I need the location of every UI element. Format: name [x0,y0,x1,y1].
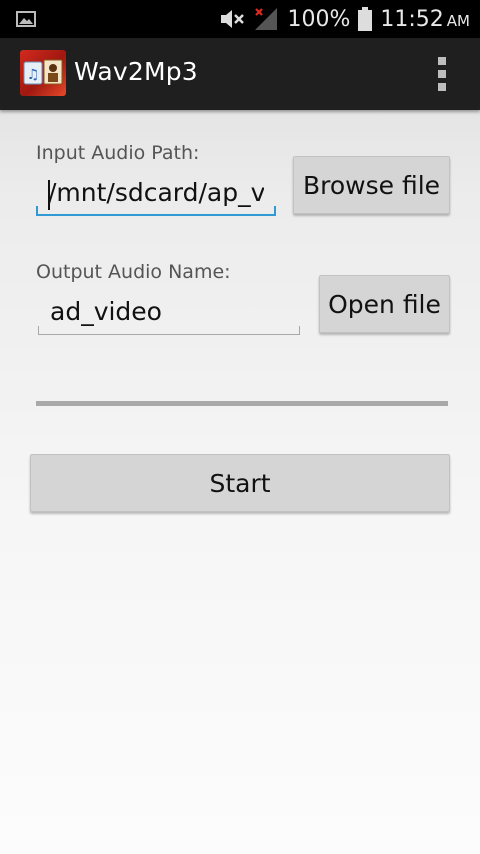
input-audio-path-label: Input Audio Path: [36,142,200,164]
open-file-button[interactable]: Open file [319,275,450,333]
svg-text:♫: ♫ [27,67,40,83]
clock: 11:52 AM [380,7,470,32]
action-bar: ♫ Wav2Mp3 [0,38,480,110]
battery-percent: 100% [287,6,351,32]
mute-icon [221,10,245,28]
field-underline [36,206,276,216]
app-title: Wav2Mp3 [74,57,198,86]
field-underline [38,326,300,335]
image-notification-icon [16,11,36,27]
overflow-menu-icon[interactable] [424,56,460,92]
output-audio-name-value: ad_video [50,297,162,326]
battery-icon [358,7,373,31]
clock-time: 11:52 [380,6,444,32]
output-audio-name-field[interactable]: ad_video [38,291,300,335]
overflow-dot [438,83,446,91]
wav2mp3-app-icon[interactable]: ♫ [20,50,66,96]
output-audio-name-label: Output Audio Name: [36,261,231,283]
input-audio-path-value: /mnt/sdcard/ap_v [48,178,264,207]
overflow-dot [438,70,446,78]
conversion-progress-bar [36,401,448,406]
no-signal-icon [255,8,278,30]
clock-ampm: AM [446,11,470,30]
status-bar: 100% 11:52 AM [0,0,480,38]
start-button[interactable]: Start [30,454,450,512]
overflow-dot [438,57,446,65]
input-audio-path-field[interactable]: /mnt/sdcard/ap_v [36,172,276,216]
browse-file-button[interactable]: Browse file [293,156,450,214]
status-icons: 100% 11:52 AM [219,0,470,38]
